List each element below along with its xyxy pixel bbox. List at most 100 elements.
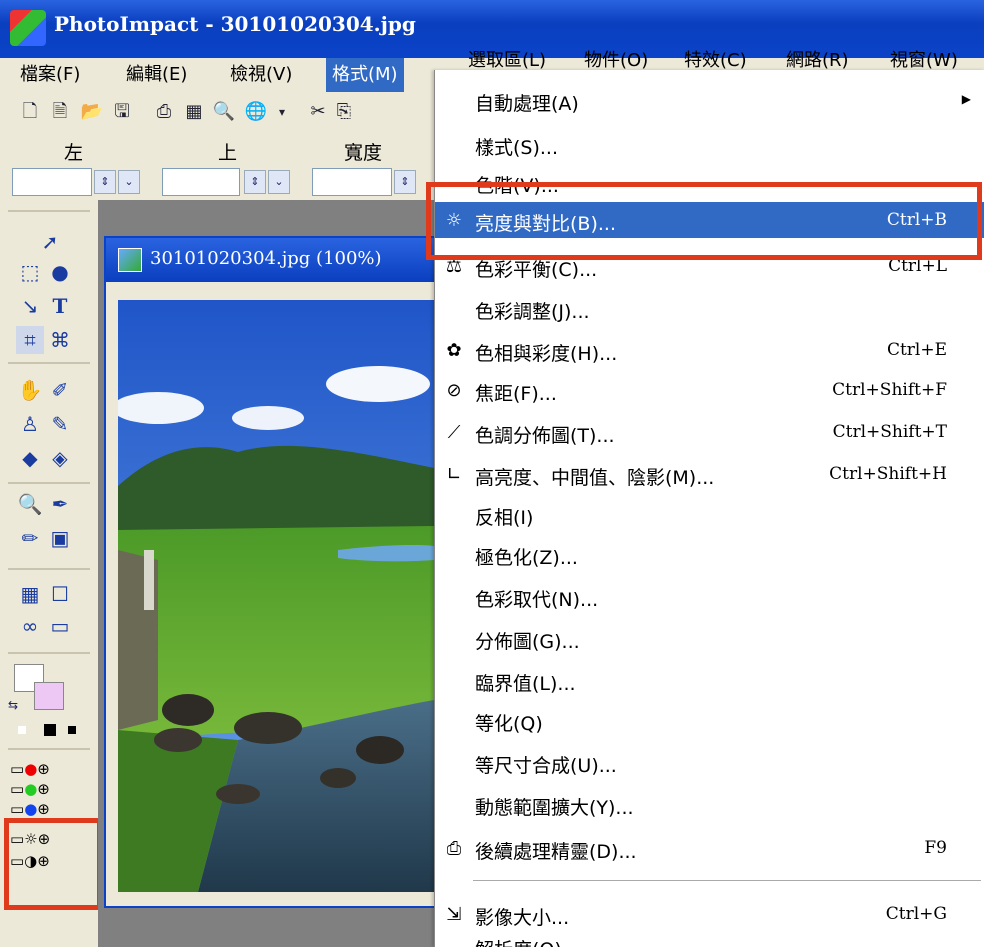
submenu-arrow-icon: ▶ [961, 92, 971, 106]
clone-tool-icon[interactable]: ♙ [16, 410, 44, 438]
left-spinner[interactable]: ⇕ [94, 170, 116, 194]
width-input[interactable] [312, 168, 392, 196]
standard-toolbar: 🗋 🗎 📂 🖫 ⎙ ▦ 🔍 🌐 ▾ ✂ ⎘ [0, 92, 440, 138]
ruler-icon[interactable]: ▭ [46, 612, 74, 640]
menu-item-invert[interactable]: 反相(I) [435, 496, 984, 532]
top-input[interactable] [162, 168, 240, 196]
menu-item-equal-size-composite[interactable]: 等尺寸合成(U)... [435, 744, 984, 780]
landscape-photo[interactable] [118, 300, 434, 892]
position-labels: 左 上 寬度 [0, 138, 440, 164]
toolbox-separator [8, 748, 90, 750]
swap-colors-icon[interactable]: ⇆ [8, 698, 18, 712]
top-spinner[interactable]: ⇕ [244, 170, 266, 194]
cut-icon[interactable]: ✂ [306, 100, 330, 124]
path-tool-icon[interactable]: ↘ [16, 292, 44, 320]
callout-brightness-contrast-tools [4, 818, 102, 910]
default-white-swatch[interactable] [18, 726, 26, 734]
focus-icon: ⊘ [446, 380, 462, 401]
menu-item-auto-process[interactable]: 自動處理(A) ▶ [435, 82, 984, 118]
web-icon[interactable]: 🌐 [244, 100, 268, 124]
green-channel-adjust[interactable]: ▭●⊕ [10, 780, 50, 798]
menu-item-hue-saturation[interactable]: ✿ 色相與彩度(H)... Ctrl+E [435, 332, 984, 368]
fill-tool-icon[interactable]: ◈ [46, 444, 74, 472]
menu-item-post-processing-wizard[interactable]: ⎙ 後續處理精靈(D)... F9 [435, 830, 984, 866]
print-icon[interactable]: ⎙ [152, 100, 176, 124]
selection-tool-icon[interactable]: ⬚ [16, 258, 44, 286]
small-black-swatch[interactable] [68, 726, 76, 734]
callout-brightness-contrast-menu [426, 182, 982, 260]
image-size-icon: ⇲ [446, 904, 462, 925]
object-tool-icon[interactable]: ● [46, 258, 74, 286]
toolbox-separator [8, 482, 90, 484]
scan-icon[interactable]: ▦ [182, 100, 206, 124]
print-preview-icon[interactable]: 🔍 [212, 100, 236, 124]
menu-format[interactable]: 格式(M) [326, 58, 404, 92]
document-title: 30101020304.jpg (100%) [150, 248, 382, 269]
position-fields: ⇕ ⌄ ⇕ ⌄ ⇕ [0, 164, 440, 200]
grid-icon[interactable]: ▦ [16, 580, 44, 608]
new-file-icon[interactable]: 🗋 [18, 100, 42, 124]
eraser-tool-icon[interactable]: ◆ [16, 444, 44, 472]
menu-separator [473, 880, 981, 881]
left-dropdown[interactable]: ⌄ [118, 170, 140, 194]
toolbox-separator [8, 652, 90, 654]
frame-icon[interactable]: ☐ [46, 580, 74, 608]
zoom-tool-icon[interactable]: 🔍 [16, 490, 44, 518]
menu-item-dynamic-range[interactable]: 動態範圍擴大(Y)... [435, 786, 984, 822]
menu-item-styles[interactable]: 樣式(S)... [435, 126, 984, 162]
eyedropper-tool-icon[interactable]: ✒ [46, 490, 74, 518]
photo-canvas [118, 300, 434, 892]
paint-tool-icon[interactable]: ✋ [16, 376, 44, 404]
text-tool-icon[interactable]: T [46, 292, 74, 320]
photoimpact-app-icon [10, 10, 46, 46]
menu-item-highlight-midtone-shadow[interactable]: ∟ 高亮度、中間值、陰影(M)... Ctrl+Shift+H [435, 456, 984, 492]
menu-item-histogram[interactable]: 分佈圖(G)... [435, 620, 984, 656]
copy-icon[interactable]: ⎘ [332, 100, 356, 124]
menu-item-color-replace[interactable]: 色彩取代(N)... [435, 578, 984, 614]
document-title-bar: 30101020304.jpg (100%) [106, 238, 436, 282]
top-dropdown[interactable]: ⌄ [268, 170, 290, 194]
left-input[interactable] [12, 168, 92, 196]
menu-item-color-adjust[interactable]: 色彩調整(J)... [435, 290, 984, 326]
background-color-swatch[interactable] [34, 682, 64, 710]
brush-tool-icon[interactable]: ✐ [46, 376, 74, 404]
hue-saturation-icon: ✿ [446, 340, 462, 361]
highlight-midtone-shadow-icon: ∟ [446, 464, 462, 485]
transform-tool-icon[interactable]: ⌘ [46, 326, 74, 354]
window-title: PhotoImpact - 30101020304.jpg [54, 12, 416, 36]
menu-item-resolution[interactable]: 解析度(O)... [435, 934, 984, 947]
stamp-tool-icon[interactable]: ▣ [46, 524, 74, 552]
width-spinner[interactable]: ⇕ [394, 170, 416, 194]
menu-item-focus[interactable]: ⊘ 焦距(F)... Ctrl+Shift+F [435, 372, 984, 408]
image-file-icon [118, 248, 142, 272]
document-window: 30101020304.jpg (100%) [104, 236, 438, 908]
post-processing-wizard-icon: ⎙ [446, 838, 462, 859]
menu-item-equalize[interactable]: 等化(Q) [435, 702, 984, 738]
pick-tool-icon[interactable]: ➚ [36, 228, 64, 256]
menu-item-image-size[interactable]: ⇲ 影像大小... Ctrl+G [435, 896, 984, 932]
toolbox-grip [8, 210, 90, 212]
menu-edit[interactable]: 編輯(E) [120, 58, 193, 92]
red-channel-adjust[interactable]: ▭●⊕ [10, 760, 50, 778]
menu-file[interactable]: 檔案(F) [14, 58, 86, 92]
open-folder-icon[interactable]: 📂 [80, 100, 104, 124]
save-icon[interactable]: 🖫 [110, 100, 134, 124]
toolbox-separator [8, 362, 90, 364]
toolbox-separator [8, 568, 90, 570]
pen-tool-icon[interactable]: ✏ [16, 524, 44, 552]
retouch-tool-icon[interactable]: ✎ [46, 410, 74, 438]
glasses-icon[interactable]: ∞ [16, 612, 44, 640]
menu-item-tone-map[interactable]: ⟋ 色調分佈圖(T)... Ctrl+Shift+T [435, 414, 984, 450]
dropdown-arrow-icon[interactable]: ▾ [270, 100, 294, 124]
blue-channel-adjust[interactable]: ▭●⊕ [10, 800, 50, 818]
default-black-swatch[interactable] [44, 724, 56, 736]
width-label: 寬度 [344, 142, 383, 164]
left-label: 左 [64, 142, 84, 164]
top-label: 上 [218, 142, 238, 164]
crop-tool-icon[interactable]: ⌗ [16, 326, 44, 354]
new-from-icon[interactable]: 🗎 [48, 100, 72, 124]
menu-view[interactable]: 檢視(V) [224, 58, 298, 92]
tone-map-icon: ⟋ [447, 422, 461, 443]
menu-item-posterize[interactable]: 極色化(Z)... [435, 536, 984, 572]
menu-item-threshold[interactable]: 臨界值(L)... [435, 662, 984, 698]
